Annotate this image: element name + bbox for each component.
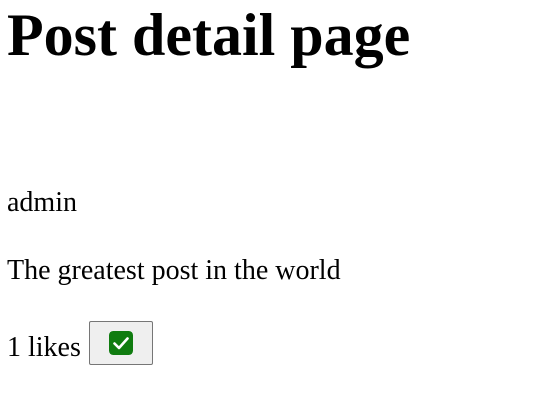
post-author: admin <box>7 187 77 218</box>
likes-count: 1 <box>7 332 21 363</box>
likes-label: likes <box>28 332 81 363</box>
post-body: The greatest post in the world <box>7 255 341 286</box>
likes-row: 1 likes <box>7 320 153 366</box>
like-button[interactable] <box>88 321 153 365</box>
page-title: Post detail page <box>7 2 411 68</box>
check-icon <box>108 331 133 355</box>
likes-count-text: 1 likes <box>7 331 81 365</box>
